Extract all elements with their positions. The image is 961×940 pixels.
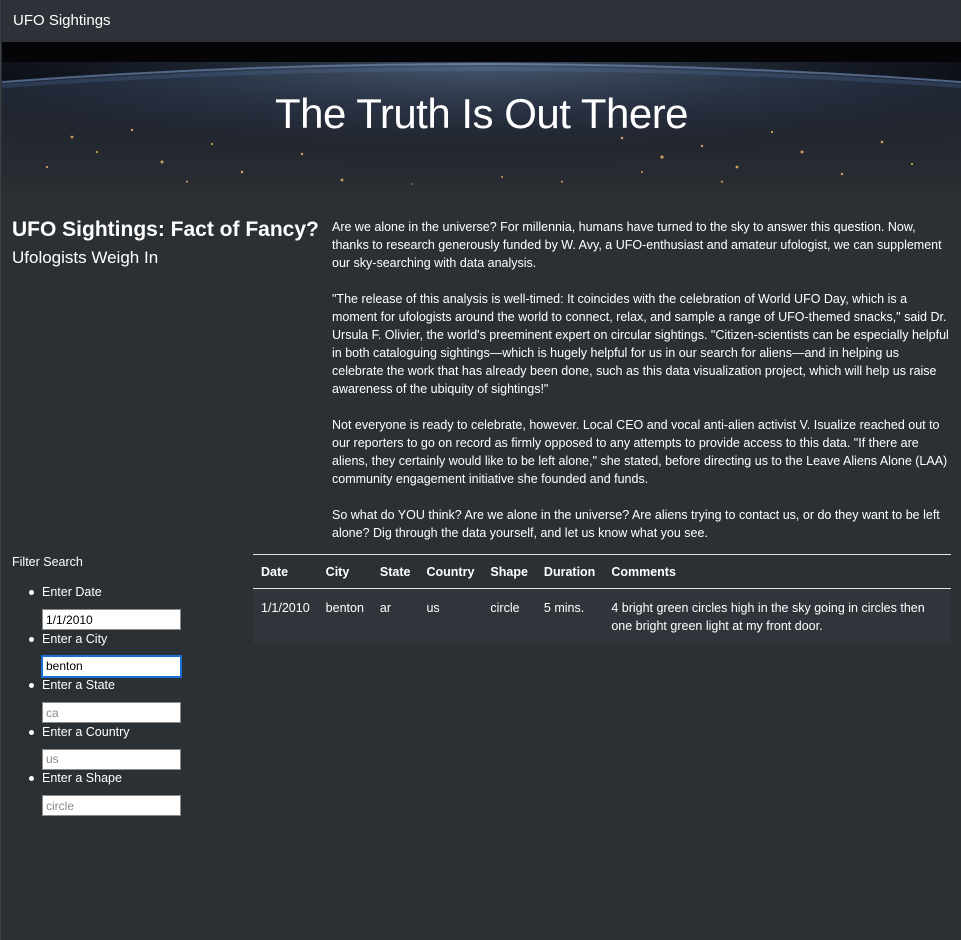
page-headline: UFO Sightings: Fact of Fancy? <box>12 218 319 241</box>
cell-date: 1/1/2010 <box>253 588 318 644</box>
cell-city: benton <box>317 588 372 644</box>
sightings-table-container: Date City State Country Shape Duration C… <box>253 554 951 644</box>
cell-country: us <box>418 588 483 644</box>
bullet-icon <box>29 590 34 595</box>
cell-state: ar <box>371 588 419 644</box>
table-header-row: Date City State Country Shape Duration C… <box>253 554 951 589</box>
column-header-shape: Shape <box>482 554 536 589</box>
table-body: 1/1/2010 benton ar us circle 5 mins. 4 b… <box>253 588 951 644</box>
filter-label-country: Enter a Country <box>42 724 130 739</box>
navbar: UFO Sightings <box>2 0 960 42</box>
hero-title: The Truth Is Out There <box>274 90 689 137</box>
filter-list: Enter Date Enter a City Enter a State En… <box>12 583 212 816</box>
table-header: Date City State Country Shape Duration C… <box>253 554 951 589</box>
shape-input[interactable] <box>42 795 181 816</box>
bullet-icon <box>29 636 34 642</box>
column-header-duration: Duration <box>535 554 604 589</box>
filter-label-city: Enter a City <box>42 631 108 646</box>
column-header-state: State <box>371 554 419 589</box>
column-header-country: Country <box>418 554 483 589</box>
column-header-comments: Comments <box>603 554 951 589</box>
page: UFO Sightings The Truth Is Out There UFO… <box>0 0 961 940</box>
article-paragraph: "The release of this analysis is well-ti… <box>332 292 949 396</box>
country-input[interactable] <box>42 748 181 770</box>
filter-item-state: Enter a State <box>12 676 212 723</box>
article-body: Are we alone in the universe? For millen… <box>332 218 952 560</box>
state-input[interactable] <box>42 702 181 723</box>
page-subheadline: Ufologists Weigh In <box>12 248 159 267</box>
table-row: 1/1/2010 benton ar us circle 5 mins. 4 b… <box>253 588 951 644</box>
date-input[interactable] <box>42 609 181 630</box>
hero-banner: The Truth Is Out There <box>2 42 961 194</box>
filter-item-country: Enter a Country <box>12 723 212 770</box>
bullet-icon <box>29 683 34 688</box>
cell-shape: circle <box>482 588 536 644</box>
article-paragraph: Not everyone is ready to celebrate, howe… <box>332 418 948 486</box>
article-paragraph: Are we alone in the universe? For millen… <box>332 220 942 270</box>
filter-label-shape: Enter a Shape <box>42 771 122 785</box>
bullet-icon <box>29 729 34 735</box>
cell-duration: 5 mins. <box>535 588 604 644</box>
navbar-brand-link[interactable]: UFO Sightings <box>13 12 111 29</box>
column-header-city: City <box>317 554 372 589</box>
cell-comments: 4 bright green circles high in the sky g… <box>603 588 951 644</box>
bullet-icon <box>29 776 34 781</box>
city-input[interactable] <box>41 654 182 678</box>
filter-search-title: Filter Search <box>12 555 83 569</box>
sightings-table: Date City State Country Shape Duration C… <box>253 554 951 644</box>
article-paragraph: So what do YOU think? Are we alone in th… <box>332 508 940 540</box>
filter-label-date: Enter Date <box>42 585 102 599</box>
column-header-date: Date <box>253 554 318 589</box>
filter-item-date: Enter Date <box>12 583 212 630</box>
filter-item-city: Enter a City <box>12 630 212 678</box>
filter-item-shape: Enter a Shape <box>12 769 212 816</box>
filter-label-state: Enter a State <box>42 678 115 692</box>
